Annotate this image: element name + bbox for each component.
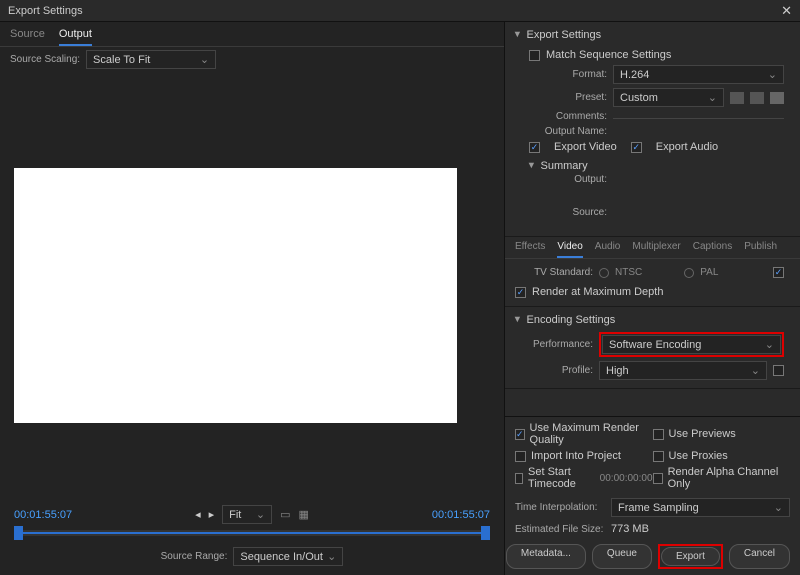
- save-preset-icon[interactable]: [730, 92, 744, 104]
- overlay-icon[interactable]: ▦: [299, 508, 309, 521]
- set-start-tc-checkbox[interactable]: [515, 473, 523, 484]
- tab-source[interactable]: Source: [10, 28, 45, 46]
- match-sequence-checkbox[interactable]: [529, 50, 540, 61]
- render-max-depth-checkbox[interactable]: [515, 287, 526, 298]
- preset-label: Preset:: [529, 92, 607, 103]
- import-project-label: Import Into Project: [531, 450, 621, 462]
- chevron-down-icon: ⌄: [765, 338, 774, 351]
- chevron-down-icon: ⌄: [768, 68, 777, 81]
- timecode-left[interactable]: 00:01:55:07: [14, 509, 72, 521]
- chevron-down-icon: ⌄: [708, 91, 717, 104]
- subtab-captions[interactable]: Captions: [693, 241, 732, 258]
- ntsc-label: NTSC: [615, 267, 642, 278]
- window-title: Export Settings: [8, 5, 83, 17]
- delete-preset-icon[interactable]: [770, 92, 784, 104]
- start-timecode-value: 00:00:00:00: [600, 473, 653, 484]
- play-icon[interactable]: ▸: [209, 508, 215, 521]
- source-range-dropdown[interactable]: Sequence In/Out ⌄: [233, 547, 343, 566]
- profile-value: High: [606, 365, 629, 377]
- source-scaling-dropdown[interactable]: Scale To Fit ⌄: [86, 50, 216, 69]
- export-highlight: Export: [658, 544, 723, 569]
- time-interp-label: Time Interpolation:: [515, 502, 605, 513]
- performance-highlight: Software Encoding ⌄: [599, 332, 784, 357]
- ntsc-radio[interactable]: [599, 268, 609, 278]
- source-scaling-label: Source Scaling:: [10, 54, 80, 65]
- set-start-tc-label: Set Start Timecode: [528, 466, 591, 490]
- subtab-audio[interactable]: Audio: [595, 241, 621, 258]
- summary-output-label: Output:: [529, 174, 607, 185]
- profile-dropdown[interactable]: High ⌄: [599, 361, 767, 380]
- chevron-down-icon: ⌄: [751, 364, 760, 377]
- tv-standard-lock-checkbox[interactable]: [773, 267, 784, 278]
- chevron-down-icon: ⌄: [200, 53, 209, 66]
- zoom-fit-value: Fit: [229, 509, 241, 521]
- encoding-settings-title: Encoding Settings: [527, 314, 616, 326]
- aspect-icon[interactable]: ▭: [280, 508, 290, 521]
- pal-label: PAL: [700, 267, 718, 278]
- chevron-down-icon[interactable]: ▸: [525, 163, 538, 169]
- match-sequence-label: Match Sequence Settings: [546, 49, 671, 61]
- chevron-down-icon: ⌄: [774, 501, 783, 514]
- format-value: H.264: [620, 69, 649, 81]
- use-max-render-checkbox[interactable]: [515, 429, 525, 440]
- use-proxies-label: Use Proxies: [669, 450, 728, 462]
- render-alpha-label: Render Alpha Channel Only: [668, 466, 790, 490]
- est-size-value: 773 MB: [611, 523, 649, 535]
- performance-label: Performance:: [515, 339, 593, 350]
- summary-title: Summary: [541, 160, 588, 172]
- timecode-right: 00:01:55:07: [432, 509, 490, 521]
- export-audio-checkbox[interactable]: [631, 142, 642, 153]
- comments-label: Comments:: [529, 111, 607, 122]
- preview-canvas: [14, 168, 457, 423]
- time-interp-dropdown[interactable]: Frame Sampling ⌄: [611, 498, 790, 517]
- import-preset-icon[interactable]: [750, 92, 764, 104]
- output-name-label: Output Name:: [529, 126, 607, 137]
- chevron-down-icon: ⌄: [256, 508, 265, 521]
- chevron-down-icon[interactable]: ▸: [511, 32, 524, 38]
- export-video-checkbox[interactable]: [529, 142, 540, 153]
- export-video-label: Export Video: [554, 141, 617, 153]
- export-audio-label: Export Audio: [656, 141, 718, 153]
- performance-dropdown[interactable]: Software Encoding ⌄: [602, 335, 781, 354]
- use-previews-label: Use Previews: [669, 428, 736, 440]
- preset-dropdown[interactable]: Custom ⌄: [613, 88, 724, 107]
- render-max-depth-label: Render at Maximum Depth: [532, 286, 663, 298]
- timeline-slider[interactable]: [14, 530, 490, 536]
- export-settings-title: Export Settings: [527, 29, 602, 41]
- cancel-button[interactable]: Cancel: [729, 544, 790, 569]
- performance-value: Software Encoding: [609, 339, 701, 351]
- use-proxies-checkbox[interactable]: [653, 451, 664, 462]
- subtab-publish[interactable]: Publish: [744, 241, 777, 258]
- close-icon[interactable]: ✕: [781, 3, 792, 19]
- format-dropdown[interactable]: H.264 ⌄: [613, 65, 784, 84]
- tab-output[interactable]: Output: [59, 28, 92, 46]
- format-label: Format:: [529, 69, 607, 80]
- step-back-icon[interactable]: ◂: [195, 508, 201, 521]
- export-button[interactable]: Export: [661, 547, 720, 566]
- preset-value: Custom: [620, 92, 658, 104]
- profile-label: Profile:: [515, 365, 593, 376]
- metadata-button[interactable]: Metadata...: [506, 544, 586, 569]
- est-size-label: Estimated File Size:: [515, 524, 605, 535]
- source-range-label: Source Range:: [161, 551, 228, 562]
- subtab-multiplexer[interactable]: Multiplexer: [632, 241, 680, 258]
- summary-source-label: Source:: [529, 207, 607, 218]
- chevron-down-icon[interactable]: ▸: [511, 317, 524, 323]
- use-max-render-label: Use Maximum Render Quality: [530, 422, 653, 446]
- time-interp-value: Frame Sampling: [618, 502, 699, 514]
- source-scaling-value: Scale To Fit: [93, 54, 150, 66]
- comments-input[interactable]: [613, 114, 784, 119]
- subtab-effects[interactable]: Effects: [515, 241, 545, 258]
- tv-standard-label: TV Standard:: [515, 267, 593, 278]
- source-range-value: Sequence In/Out: [240, 551, 323, 563]
- chevron-down-icon: ⌄: [327, 550, 336, 563]
- pal-radio[interactable]: [684, 268, 694, 278]
- zoom-fit-dropdown[interactable]: Fit ⌄: [222, 505, 272, 524]
- render-alpha-checkbox[interactable]: [653, 473, 663, 484]
- profile-lock-checkbox[interactable]: [773, 365, 784, 376]
- subtab-video[interactable]: Video: [557, 241, 582, 258]
- use-previews-checkbox[interactable]: [653, 429, 664, 440]
- queue-button[interactable]: Queue: [592, 544, 652, 569]
- import-project-checkbox[interactable]: [515, 451, 526, 462]
